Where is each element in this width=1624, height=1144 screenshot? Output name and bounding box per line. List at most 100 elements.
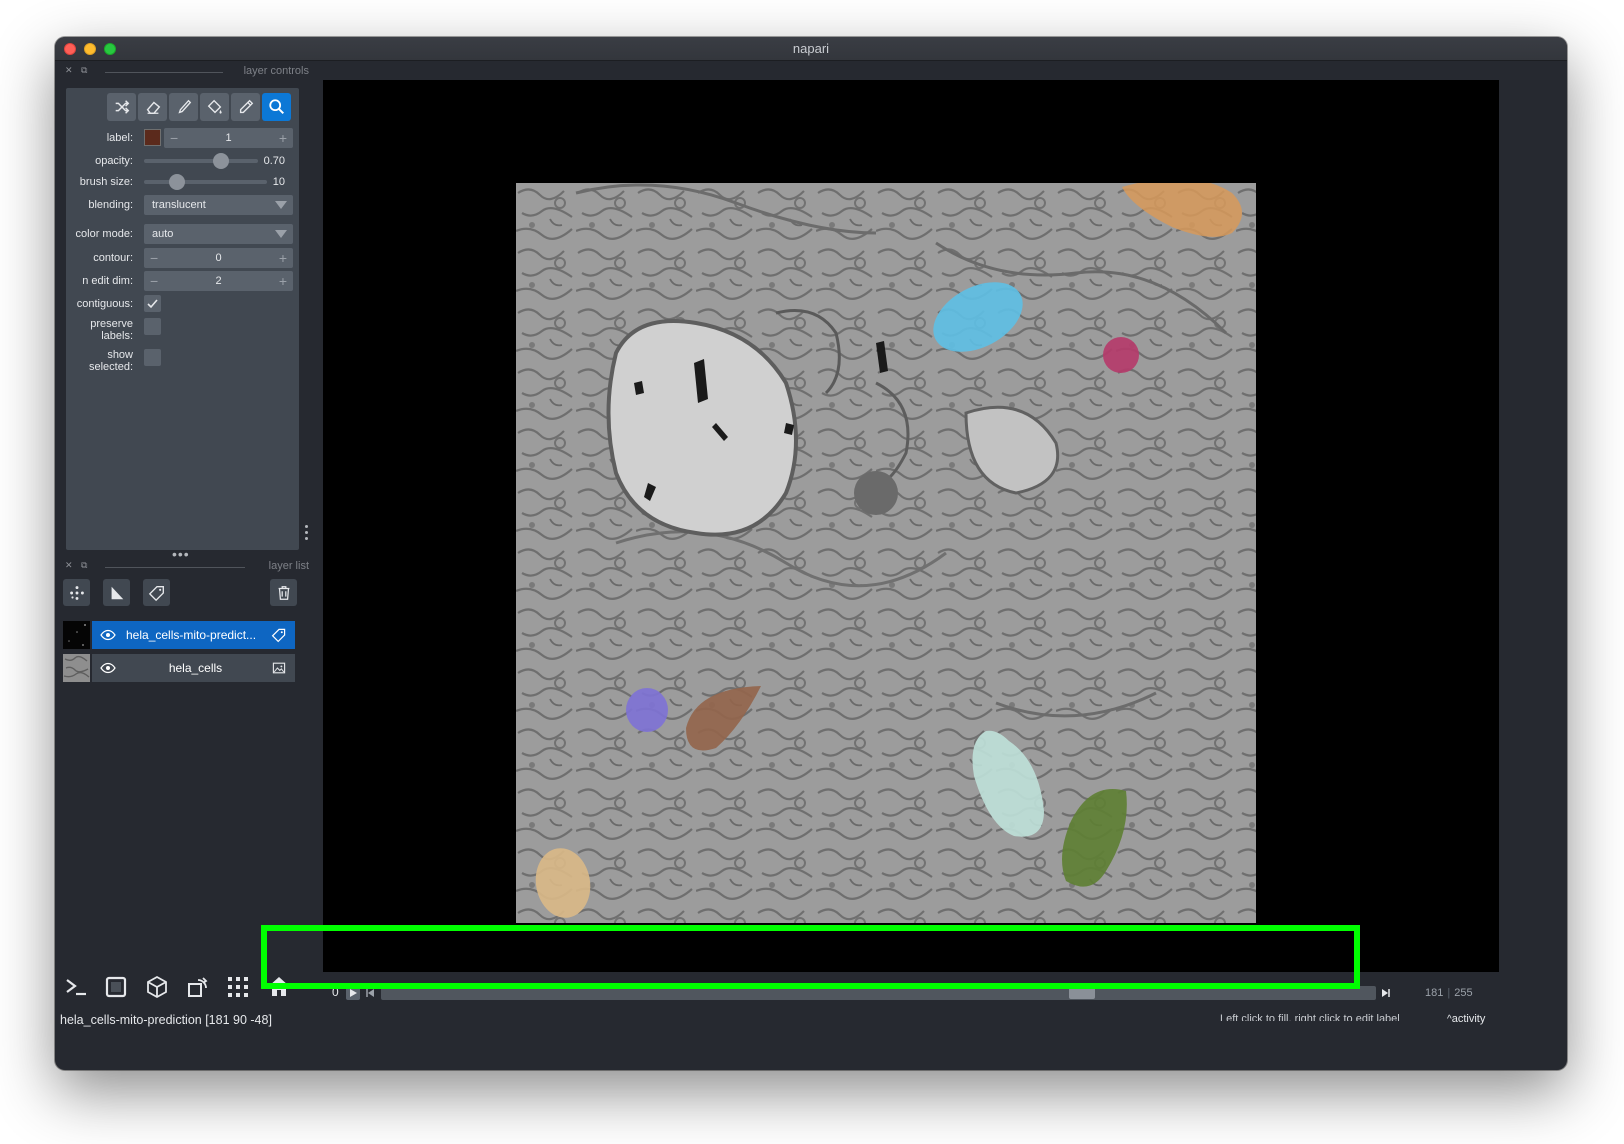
new-shapes-button[interactable] <box>103 579 130 606</box>
n-edit-dim-row: n edit dim: − 2 + <box>66 271 299 291</box>
layer-item-hela-cells[interactable]: hela_cells <box>63 654 295 682</box>
color-mode-dropdown[interactable]: auto <box>144 224 293 244</box>
delete-layer-button[interactable] <box>270 579 297 606</box>
show-selected-row: show selected: <box>66 349 299 373</box>
layer-item-hela-cells-mito-prediction[interactable]: hela_cells-mito-predict... <box>63 621 295 649</box>
color-picker-icon <box>239 99 253 114</box>
layer-thumbnail <box>63 621 90 649</box>
opacity-slider[interactable] <box>144 153 258 169</box>
status-cursor-info: hela_cells-mito-prediction [181 90 -48] <box>60 1013 272 1027</box>
new-points-icon <box>69 585 84 600</box>
layer-thumbnail <box>63 654 90 682</box>
brush-size-label: brush size: <box>79 176 133 188</box>
color-mode-label: color mode: <box>75 228 133 240</box>
eye-icon[interactable] <box>100 661 116 675</box>
brush-size-value: 10 <box>272 176 285 188</box>
dims-slider-track[interactable] <box>381 986 1376 1000</box>
layer-buttons <box>63 579 299 607</box>
toggle-3d-button[interactable] <box>142 972 172 1002</box>
show-selected-checkbox[interactable] <box>144 349 161 366</box>
play-icon <box>350 989 357 997</box>
contiguous-checkbox[interactable] <box>144 295 161 312</box>
contiguous-label: contiguous: <box>76 298 133 310</box>
roll-dims-button[interactable] <box>183 972 213 1002</box>
float-dock-icon[interactable]: ✕ <box>65 65 73 76</box>
play-button[interactable] <box>346 986 360 1000</box>
layer-controls-title: layer controls <box>243 65 309 77</box>
increment-icon[interactable]: + <box>279 250 287 266</box>
window-title: napari <box>792 41 830 56</box>
opacity-value: 0.70 <box>263 155 285 167</box>
activity-button[interactable]: ^activity <box>1447 1013 1485 1025</box>
title-bar: napari <box>55 37 1567 61</box>
layer-controls-panel: label: − 1 + opacity: 0.70 brush size: 1… <box>66 88 299 550</box>
layer-name[interactable]: hela_cells-mito-predict... <box>126 628 265 642</box>
color-picker-button[interactable] <box>231 93 260 121</box>
label-tools <box>107 93 291 121</box>
microscopy-image <box>516 183 1256 923</box>
roll-icon <box>188 977 208 997</box>
contour-row: contour: − 0 + <box>66 248 299 268</box>
blending-dropdown[interactable]: translucent <box>144 195 293 215</box>
increment-icon[interactable]: + <box>279 130 287 146</box>
contour-spinbox[interactable]: − 0 + <box>144 248 293 268</box>
undock-icon[interactable]: ⧉ <box>81 560 87 571</box>
opacity-label: opacity: <box>95 155 133 167</box>
last-frame-button[interactable] <box>1379 986 1393 1000</box>
layer-controls-header: ✕ ⧉ layer controls <box>65 65 309 79</box>
first-frame-button[interactable] <box>363 986 377 1000</box>
eraser-icon <box>146 101 160 115</box>
brush-size-slider[interactable] <box>144 174 267 190</box>
status-help-text: Left click to fill, right click to edit … <box>1220 1013 1400 1021</box>
console-icon <box>66 979 86 996</box>
contiguous-row: contiguous: <box>66 294 299 314</box>
pan-zoom-button[interactable] <box>262 93 291 121</box>
grid-view-button[interactable] <box>223 972 253 1002</box>
max-frame: 255 <box>1454 987 1473 999</box>
layer-name[interactable]: hela_cells <box>126 661 265 675</box>
new-labels-icon <box>148 585 164 601</box>
console-button[interactable] <box>61 972 91 1002</box>
skip-start-icon <box>366 989 374 997</box>
shuffle-colors-button[interactable] <box>107 93 136 121</box>
preserve-labels-label: preserve labels: <box>90 318 133 342</box>
contour-label: contour: <box>93 252 133 264</box>
preserve-labels-checkbox[interactable] <box>144 318 161 335</box>
brush-size-slider-handle[interactable] <box>169 174 185 190</box>
eye-icon[interactable] <box>100 628 116 642</box>
fill-bucket-button[interactable] <box>200 93 229 121</box>
ndisplay-button[interactable] <box>101 972 131 1002</box>
blending-row: blending: translucent <box>66 195 299 215</box>
activity-label: activity <box>1451 1013 1486 1025</box>
frame-counter[interactable]: 181 | 255 <box>1425 987 1473 999</box>
opacity-slider-handle[interactable] <box>212 153 229 169</box>
labels-layer-icon <box>271 628 286 643</box>
viewer-canvas[interactable] <box>323 80 1499 972</box>
opacity-row: opacity: 0.70 <box>66 151 299 171</box>
blending-label: blending: <box>88 199 133 211</box>
splitter-handle-icon[interactable] <box>305 525 309 543</box>
zoom-icon <box>268 99 284 115</box>
new-points-button[interactable] <box>63 579 90 606</box>
napari-window: napari ✕ ⧉ layer controls label: − 1 + o… <box>55 37 1567 1070</box>
eraser-button[interactable] <box>138 93 167 121</box>
axis-index: 0 <box>332 985 339 999</box>
checkmark-icon <box>147 299 158 309</box>
new-labels-button[interactable] <box>143 579 170 606</box>
n-edit-dim-spinbox[interactable]: − 2 + <box>144 271 293 291</box>
paintbrush-button[interactable] <box>169 93 198 121</box>
label-spinbox[interactable]: − 1 + <box>164 128 293 148</box>
undock-icon[interactable]: ⧉ <box>81 65 87 76</box>
ndisplay-icon <box>105 976 127 998</box>
skip-end-icon <box>1382 989 1390 997</box>
home-button[interactable] <box>264 972 294 1002</box>
dims-slider-bar: 0 <box>323 977 1407 1009</box>
float-dock-icon[interactable]: ✕ <box>65 560 73 571</box>
blending-value: translucent <box>152 199 206 211</box>
layer-list-header: ✕ ⧉ layer list <box>65 560 309 574</box>
shuffle-icon <box>115 100 129 114</box>
dims-slider-handle[interactable] <box>1068 987 1095 999</box>
grid-icon <box>228 977 248 997</box>
increment-icon[interactable]: + <box>279 273 287 289</box>
paintbrush-icon <box>177 99 191 114</box>
